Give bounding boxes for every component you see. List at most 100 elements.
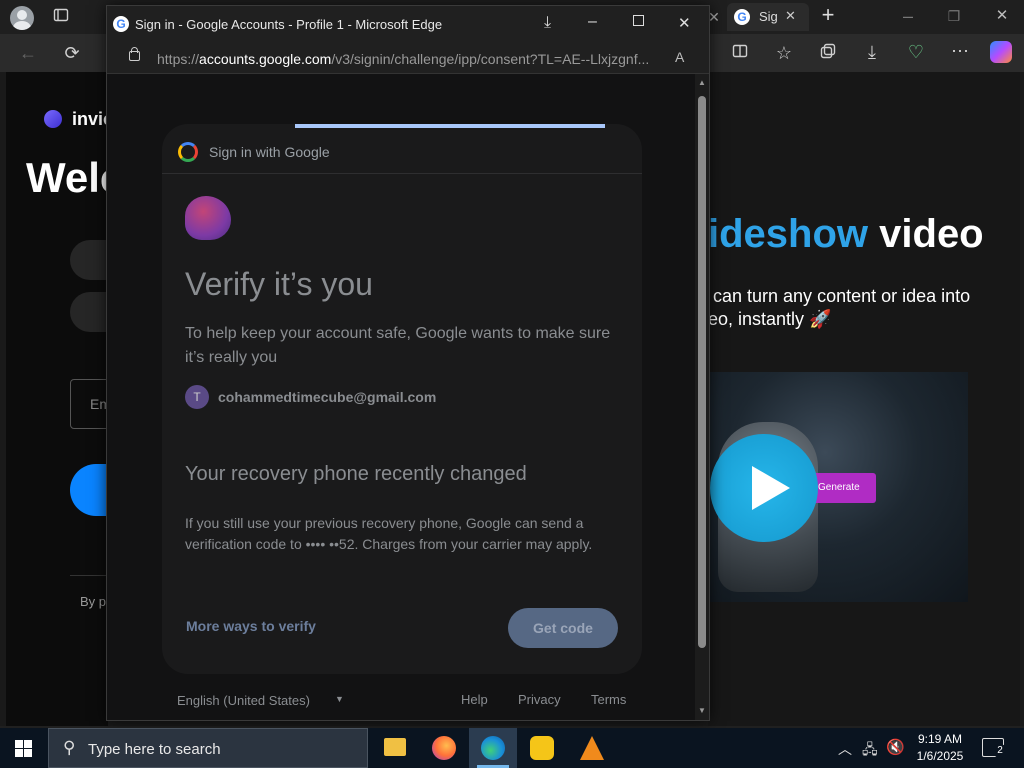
clock-time: 9:19 AM (917, 732, 963, 746)
background-tab[interactable]: G Sig ✕ (727, 3, 809, 31)
scroll-thumb[interactable] (698, 96, 706, 648)
brand-name: invic (72, 109, 108, 129)
popup-title-bar: G Sign in - Google Accounts - Profile 1 … (107, 6, 709, 42)
chevron-down-icon: ▼ (335, 694, 344, 704)
card-header: Sign in with Google (162, 130, 642, 174)
get-code-label: Get code (533, 620, 593, 636)
url-domain: accounts.google.com (199, 51, 332, 67)
verify-title: Verify it’s you (185, 266, 373, 302)
card-header-text: Sign in with Google (209, 144, 330, 160)
account-chip[interactable]: T cohammedtimecube@gmail.com (185, 385, 485, 411)
vlc-icon[interactable] (580, 736, 604, 760)
taskbar-search-placeholder: Type here to search (88, 741, 221, 758)
collections-icon[interactable] (816, 43, 840, 63)
get-code-button[interactable]: Get code (508, 608, 618, 648)
terms-link[interactable]: Terms (591, 692, 626, 707)
scroll-down-icon[interactable]: ▼ (698, 706, 706, 715)
continue-button[interactable] (70, 464, 108, 516)
search-icon: ⚲ (63, 738, 76, 757)
edge-taskbar-item[interactable] (469, 728, 517, 768)
window-close-icon[interactable]: ✕ (990, 6, 1014, 26)
terms-text: By p (80, 594, 107, 609)
popup-content: Sign in with Google Verify it’s you To h… (107, 74, 695, 720)
tab-actions-icon[interactable] (49, 7, 73, 27)
new-tab-icon[interactable]: + (816, 4, 840, 26)
taskbar: ⚲ Type here to search ︿ 🖧 🔇 9:19 AM 1/6/… (0, 728, 1024, 768)
hero-title: ideshow video (708, 212, 984, 257)
notifications-icon[interactable]: 2 (982, 738, 1007, 758)
google-g-icon (178, 142, 198, 162)
language-label: English (United States) (177, 693, 310, 708)
show-hidden-icons[interactable]: ︿ (838, 739, 852, 759)
clock[interactable]: 9:19 AM 1/6/2025 (912, 731, 968, 765)
avatar: T (185, 385, 209, 409)
firefox-icon[interactable] (432, 736, 456, 760)
read-aloud-icon[interactable]: A (675, 49, 684, 65)
volume-muted-icon[interactable]: 🔇 (886, 738, 905, 756)
network-icon[interactable]: 🖧 (862, 739, 878, 763)
taskbar-search-box[interactable]: ⚲ Type here to search (48, 728, 368, 768)
minimize-icon[interactable]: – (896, 6, 920, 26)
hero-title-gradient: ideshow (708, 212, 869, 256)
restore-icon[interactable]: ❐ (942, 6, 966, 26)
email-input[interactable]: Em (70, 379, 108, 429)
hero-panel: ideshow video can turn any content or id… (708, 72, 1020, 726)
login-panel: invic Welc Em By p (6, 72, 108, 726)
split-screen-icon[interactable] (728, 43, 752, 63)
google-logo-icon: G (113, 16, 129, 32)
help-link[interactable]: Help (461, 692, 488, 707)
favorites-icon[interactable]: ☆ (772, 43, 796, 63)
google-signin-button[interactable] (70, 240, 108, 280)
popup-url-text: https://accounts.google.com/v3/signin/ch… (157, 51, 649, 67)
lock-shackle-icon (131, 47, 138, 53)
copilot-icon[interactable] (990, 41, 1012, 63)
popup-window-title: Sign in - Google Accounts - Profile 1 - … (135, 17, 443, 32)
popup-minimize-icon[interactable]: – (588, 13, 597, 31)
popup-download-icon[interactable]: ⤓ (544, 14, 551, 32)
app-logo-icon (185, 196, 231, 240)
app-icon[interactable] (530, 736, 554, 760)
video-preview[interactable]: Generate (708, 372, 968, 602)
edge-icon (481, 736, 505, 760)
scroll-up-icon[interactable]: ▲ (698, 78, 706, 87)
progress-bar (295, 124, 605, 128)
profile-avatar[interactable] (10, 6, 34, 30)
play-button[interactable] (710, 434, 818, 542)
notification-count: 2 (993, 744, 1007, 758)
close-tab-icon[interactable]: ✕ (785, 8, 796, 24)
apple-signin-button[interactable] (70, 292, 108, 332)
refresh-icon[interactable]: ⟳ (60, 43, 84, 63)
hero-subtitle-line1: can turn any content or idea into (713, 286, 971, 306)
google-signin-popup: G Sign in - Google Accounts - Profile 1 … (106, 5, 710, 721)
preview-generate-button: Generate (808, 473, 876, 503)
url-prefix: https:// (157, 51, 200, 67)
popup-close-icon[interactable]: ✕ (678, 14, 691, 32)
windows-start-icon[interactable] (15, 740, 32, 757)
url-path: /v3/signin/challenge/ipp/consent?TL=AE--… (331, 51, 650, 67)
back-icon[interactable]: ← (16, 43, 40, 63)
popup-maximize-icon[interactable] (633, 15, 644, 26)
section-title: Your recovery phone recently changed (185, 463, 527, 485)
more-ways-link[interactable]: More ways to verify (186, 618, 316, 634)
play-icon (752, 466, 790, 510)
clock-date: 1/6/2025 (916, 749, 964, 763)
file-explorer-icon[interactable] (384, 738, 406, 756)
more-options-icon[interactable]: ⋯ (948, 41, 972, 61)
hero-subtitle-line2: eo, instantly 🚀 (708, 309, 832, 329)
invideo-logo-icon (44, 110, 62, 128)
preview-generate-label: Generate (818, 482, 860, 493)
welcome-heading: Welc (26, 154, 108, 201)
privacy-link[interactable]: Privacy (518, 692, 561, 707)
section-text: If you still use your previous recovery … (185, 515, 593, 552)
popup-scrollbar[interactable]: ▲ ▼ (695, 74, 709, 720)
downloads-icon[interactable]: ⤓ (860, 42, 884, 62)
verify-card: Sign in with Google Verify it’s you To h… (162, 124, 642, 674)
divider (70, 575, 108, 576)
avatar-initial: T (193, 390, 201, 404)
popup-address-bar[interactable]: https://accounts.google.com/v3/signin/ch… (107, 42, 709, 74)
language-select[interactable]: English (United States) ▼ (177, 692, 347, 712)
performance-icon[interactable]: ♡ (904, 42, 928, 62)
background-tab-label: Sig (759, 9, 778, 24)
account-email: cohammedtimecube@gmail.com (218, 389, 437, 405)
verify-description: To help keep your account safe, Google w… (185, 325, 611, 366)
